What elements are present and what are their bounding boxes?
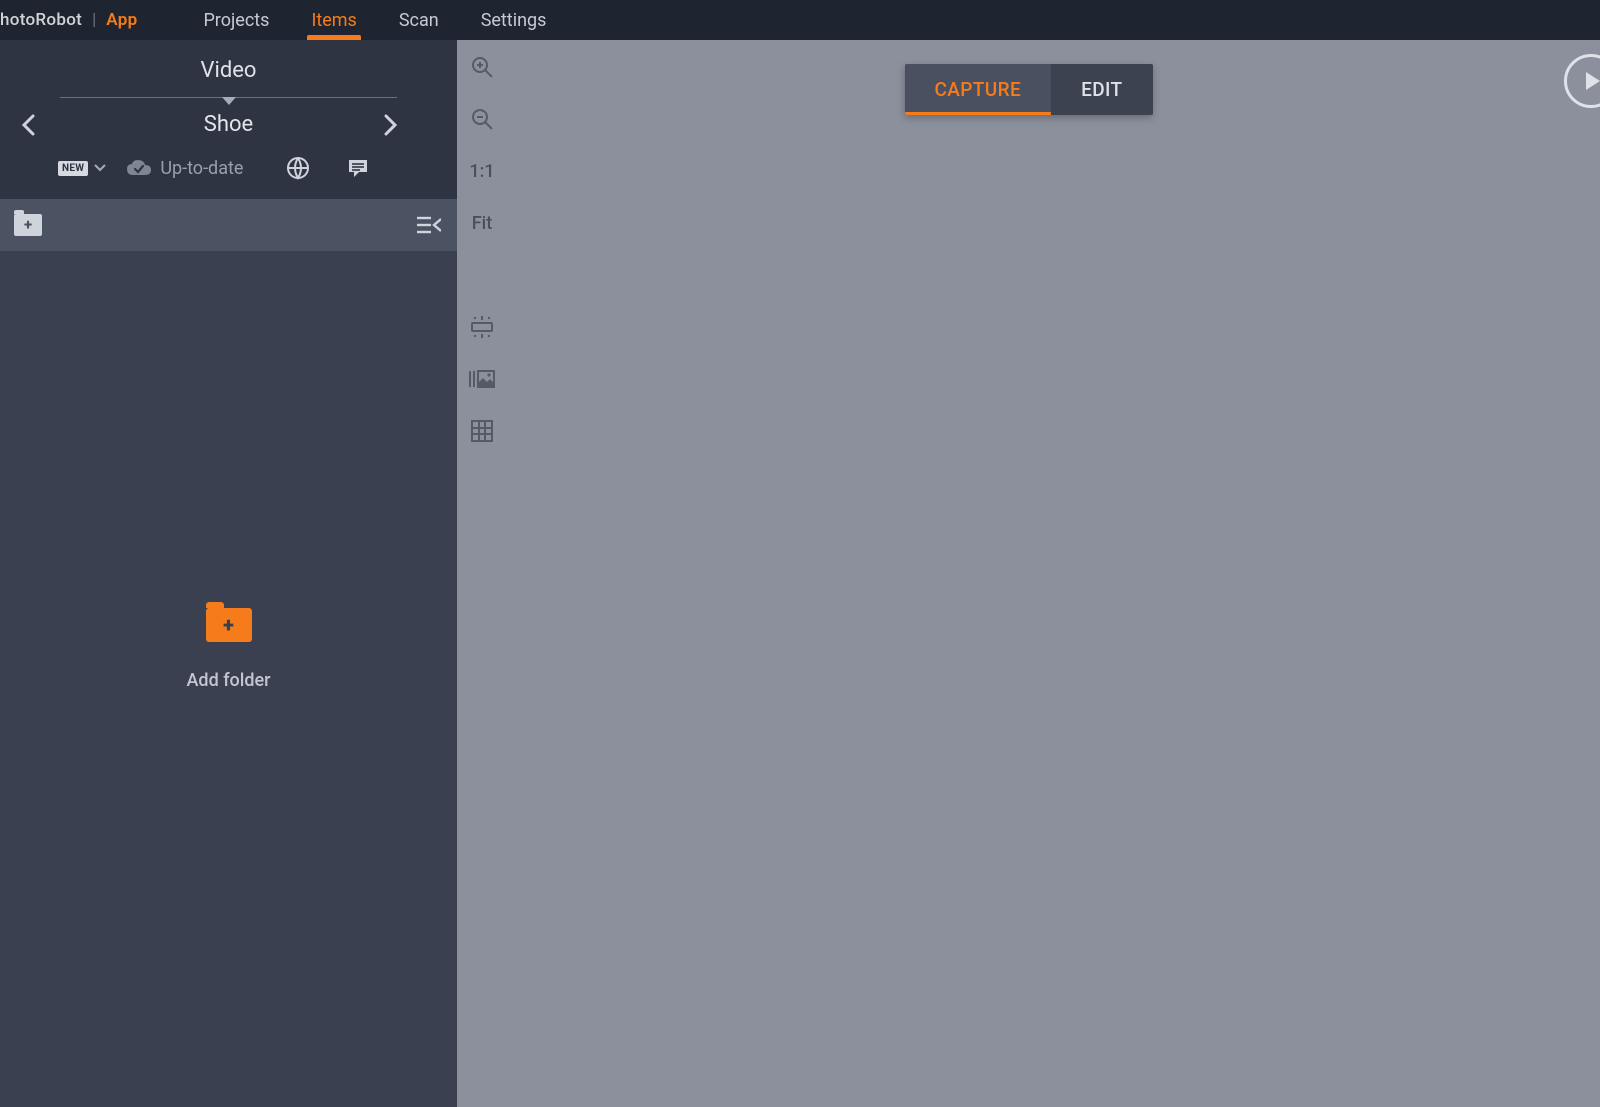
add-folder-button[interactable]: Add folder — [187, 608, 271, 691]
cloud-check-icon — [126, 159, 152, 177]
tab-scan[interactable]: Scan — [399, 0, 439, 40]
dropdown-caret-icon — [94, 164, 106, 172]
menu-collapse-icon — [417, 216, 441, 234]
edit-mode-button[interactable]: EDIT — [1051, 64, 1152, 115]
tab-settings[interactable]: Settings — [481, 0, 547, 40]
compare-images-button[interactable] — [467, 364, 497, 394]
tab-items[interactable]: Items — [311, 0, 356, 40]
item-title: Shoe — [204, 112, 253, 137]
next-item-button[interactable] — [373, 107, 409, 143]
zoom-1to1-button[interactable]: 1:1 — [467, 156, 497, 186]
chevron-left-icon — [21, 114, 35, 136]
centerline-tool-button[interactable] — [467, 312, 497, 342]
add-folder-label: Add folder — [187, 670, 271, 691]
brand-text-2: App — [106, 10, 137, 30]
collapse-panel-button[interactable] — [415, 211, 443, 239]
image-compare-icon — [469, 369, 495, 389]
folder-toolbar — [0, 199, 457, 251]
add-folder-small-button[interactable] — [14, 214, 42, 236]
item-nav: Shoe — [0, 98, 457, 147]
chevron-right-icon — [384, 114, 398, 136]
brand-text-1: hotoRobot — [0, 10, 82, 30]
globe-icon — [286, 156, 310, 180]
zoom-in-button[interactable] — [467, 52, 497, 82]
folder-list-area: Add folder — [0, 251, 457, 1107]
brand: hotoRobot | App — [0, 0, 155, 40]
comment-icon — [347, 158, 369, 178]
centerline-icon — [470, 316, 494, 338]
canvas-tool-column: 1:1 Fit — [467, 52, 497, 446]
top-navbar: hotoRobot | App Projects Items Scan Sett… — [0, 0, 1600, 40]
canvas-area: 1:1 Fit — [457, 40, 1600, 1107]
tab-projects[interactable]: Projects — [203, 0, 269, 40]
sync-status: Up-to-date — [126, 158, 243, 179]
status-dropdown[interactable]: NEW — [58, 161, 106, 176]
grid-tool-button[interactable] — [467, 416, 497, 446]
new-badge: NEW — [58, 161, 88, 176]
grid-icon — [471, 420, 493, 442]
zoom-fit-button[interactable]: Fit — [467, 208, 497, 238]
folder-plus-icon — [206, 608, 252, 642]
sidebar-header: Video Shoe NEW — [0, 40, 457, 199]
sidebar: Video Shoe NEW — [0, 40, 457, 1107]
top-nav-tabs: Projects Items Scan Settings — [203, 0, 546, 40]
capture-mode-button[interactable]: CAPTURE — [904, 64, 1051, 115]
zoom-out-button[interactable] — [467, 104, 497, 134]
prev-item-button[interactable] — [10, 107, 46, 143]
tool-spacer — [467, 260, 497, 290]
section-title-video: Video — [0, 58, 457, 97]
zoom-in-icon — [470, 55, 494, 79]
publish-button[interactable] — [285, 155, 311, 181]
brand-separator: | — [92, 10, 96, 30]
sync-status-text: Up-to-date — [160, 158, 243, 179]
comments-button[interactable] — [345, 155, 371, 181]
item-status-row: NEW Up-to-date — [0, 147, 457, 199]
mode-toggle: CAPTURE EDIT — [904, 64, 1152, 115]
play-preview-button[interactable] — [1564, 54, 1600, 108]
zoom-out-icon — [470, 107, 494, 131]
